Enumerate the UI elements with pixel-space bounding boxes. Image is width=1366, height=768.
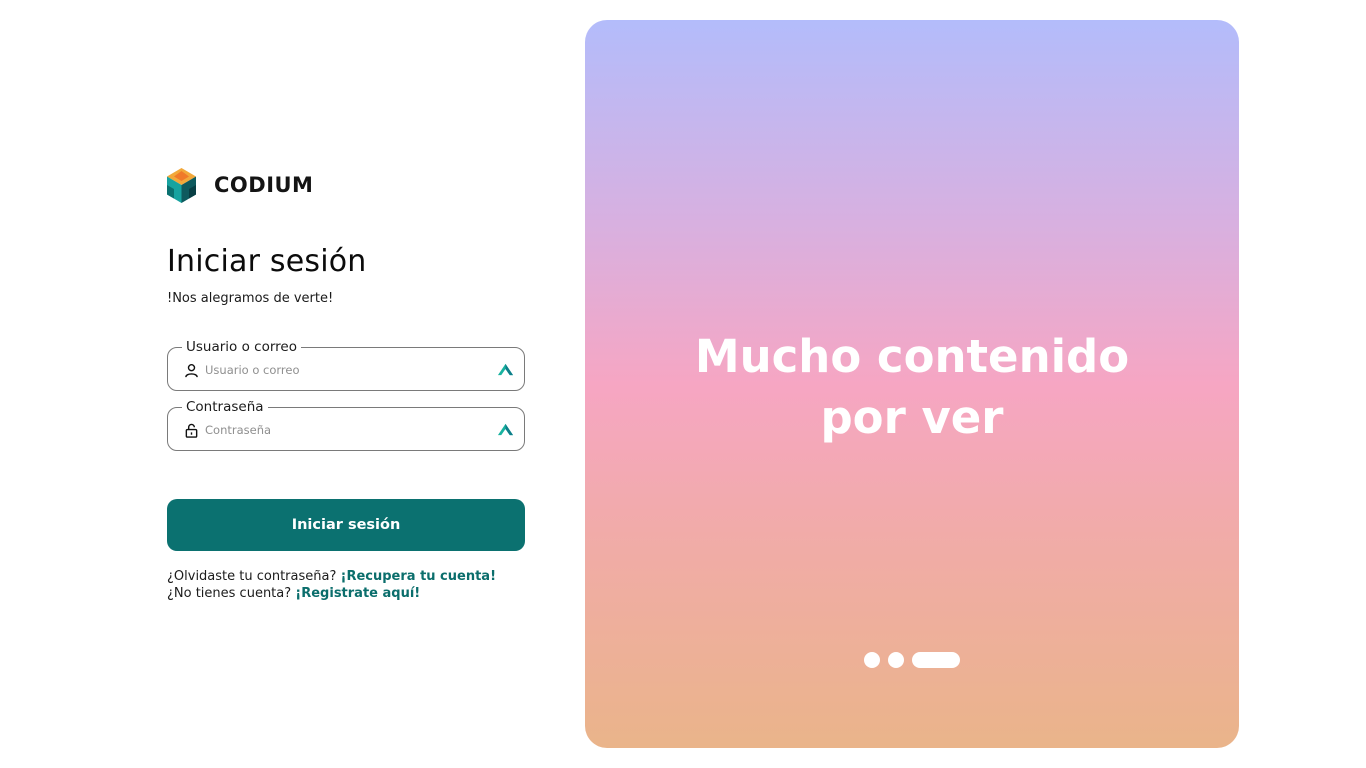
carousel-dot-1[interactable] xyxy=(864,652,880,668)
cube-logo-icon xyxy=(167,167,196,203)
lock-icon xyxy=(184,423,199,438)
hero-headline: Mucho contenido por ver xyxy=(694,330,1130,444)
carousel-dot-3-active[interactable] xyxy=(912,652,960,668)
username-input[interactable] xyxy=(205,359,485,381)
register-link[interactable]: ¡Registrate aquí! xyxy=(295,586,420,601)
forgot-password-row: ¿Olvidaste tu contraseña? ¡Recupera tu c… xyxy=(167,569,496,586)
brand-name: CODIUM xyxy=(214,173,314,197)
login-button[interactable]: Iniciar sesión xyxy=(167,499,525,551)
auth-links: ¿Olvidaste tu contraseña? ¡Recupera tu c… xyxy=(167,569,496,602)
password-manager-icon[interactable] xyxy=(497,361,514,378)
brand: CODIUM xyxy=(167,167,313,203)
username-label: Usuario o correo xyxy=(182,338,301,356)
username-field: Usuario o correo xyxy=(167,338,525,391)
recover-account-link[interactable]: ¡Recupera tu cuenta! xyxy=(341,569,497,584)
page-subtitle: !Nos alegramos de verte! xyxy=(167,291,334,306)
carousel-dot-2[interactable] xyxy=(888,652,904,668)
register-text: ¿No tienes cuenta? xyxy=(167,585,292,601)
carousel-indicators xyxy=(864,652,960,668)
hero-carousel: Mucho contenido por ver xyxy=(585,20,1239,748)
user-icon xyxy=(184,363,199,378)
register-row: ¿No tienes cuenta? ¡Registrate aquí! xyxy=(167,586,496,603)
forgot-password-text: ¿Olvidaste tu contraseña? xyxy=(167,569,337,584)
password-label: Contraseña xyxy=(182,398,268,416)
login-page: CODIUM Iniciar sesión !Nos alegramos de … xyxy=(0,0,1366,768)
password-input[interactable] xyxy=(205,419,485,441)
login-panel: CODIUM Iniciar sesión !Nos alegramos de … xyxy=(167,0,525,768)
password-field: Contraseña xyxy=(167,398,525,451)
password-manager-icon[interactable] xyxy=(497,421,514,438)
page-title: Iniciar sesión xyxy=(167,244,367,279)
